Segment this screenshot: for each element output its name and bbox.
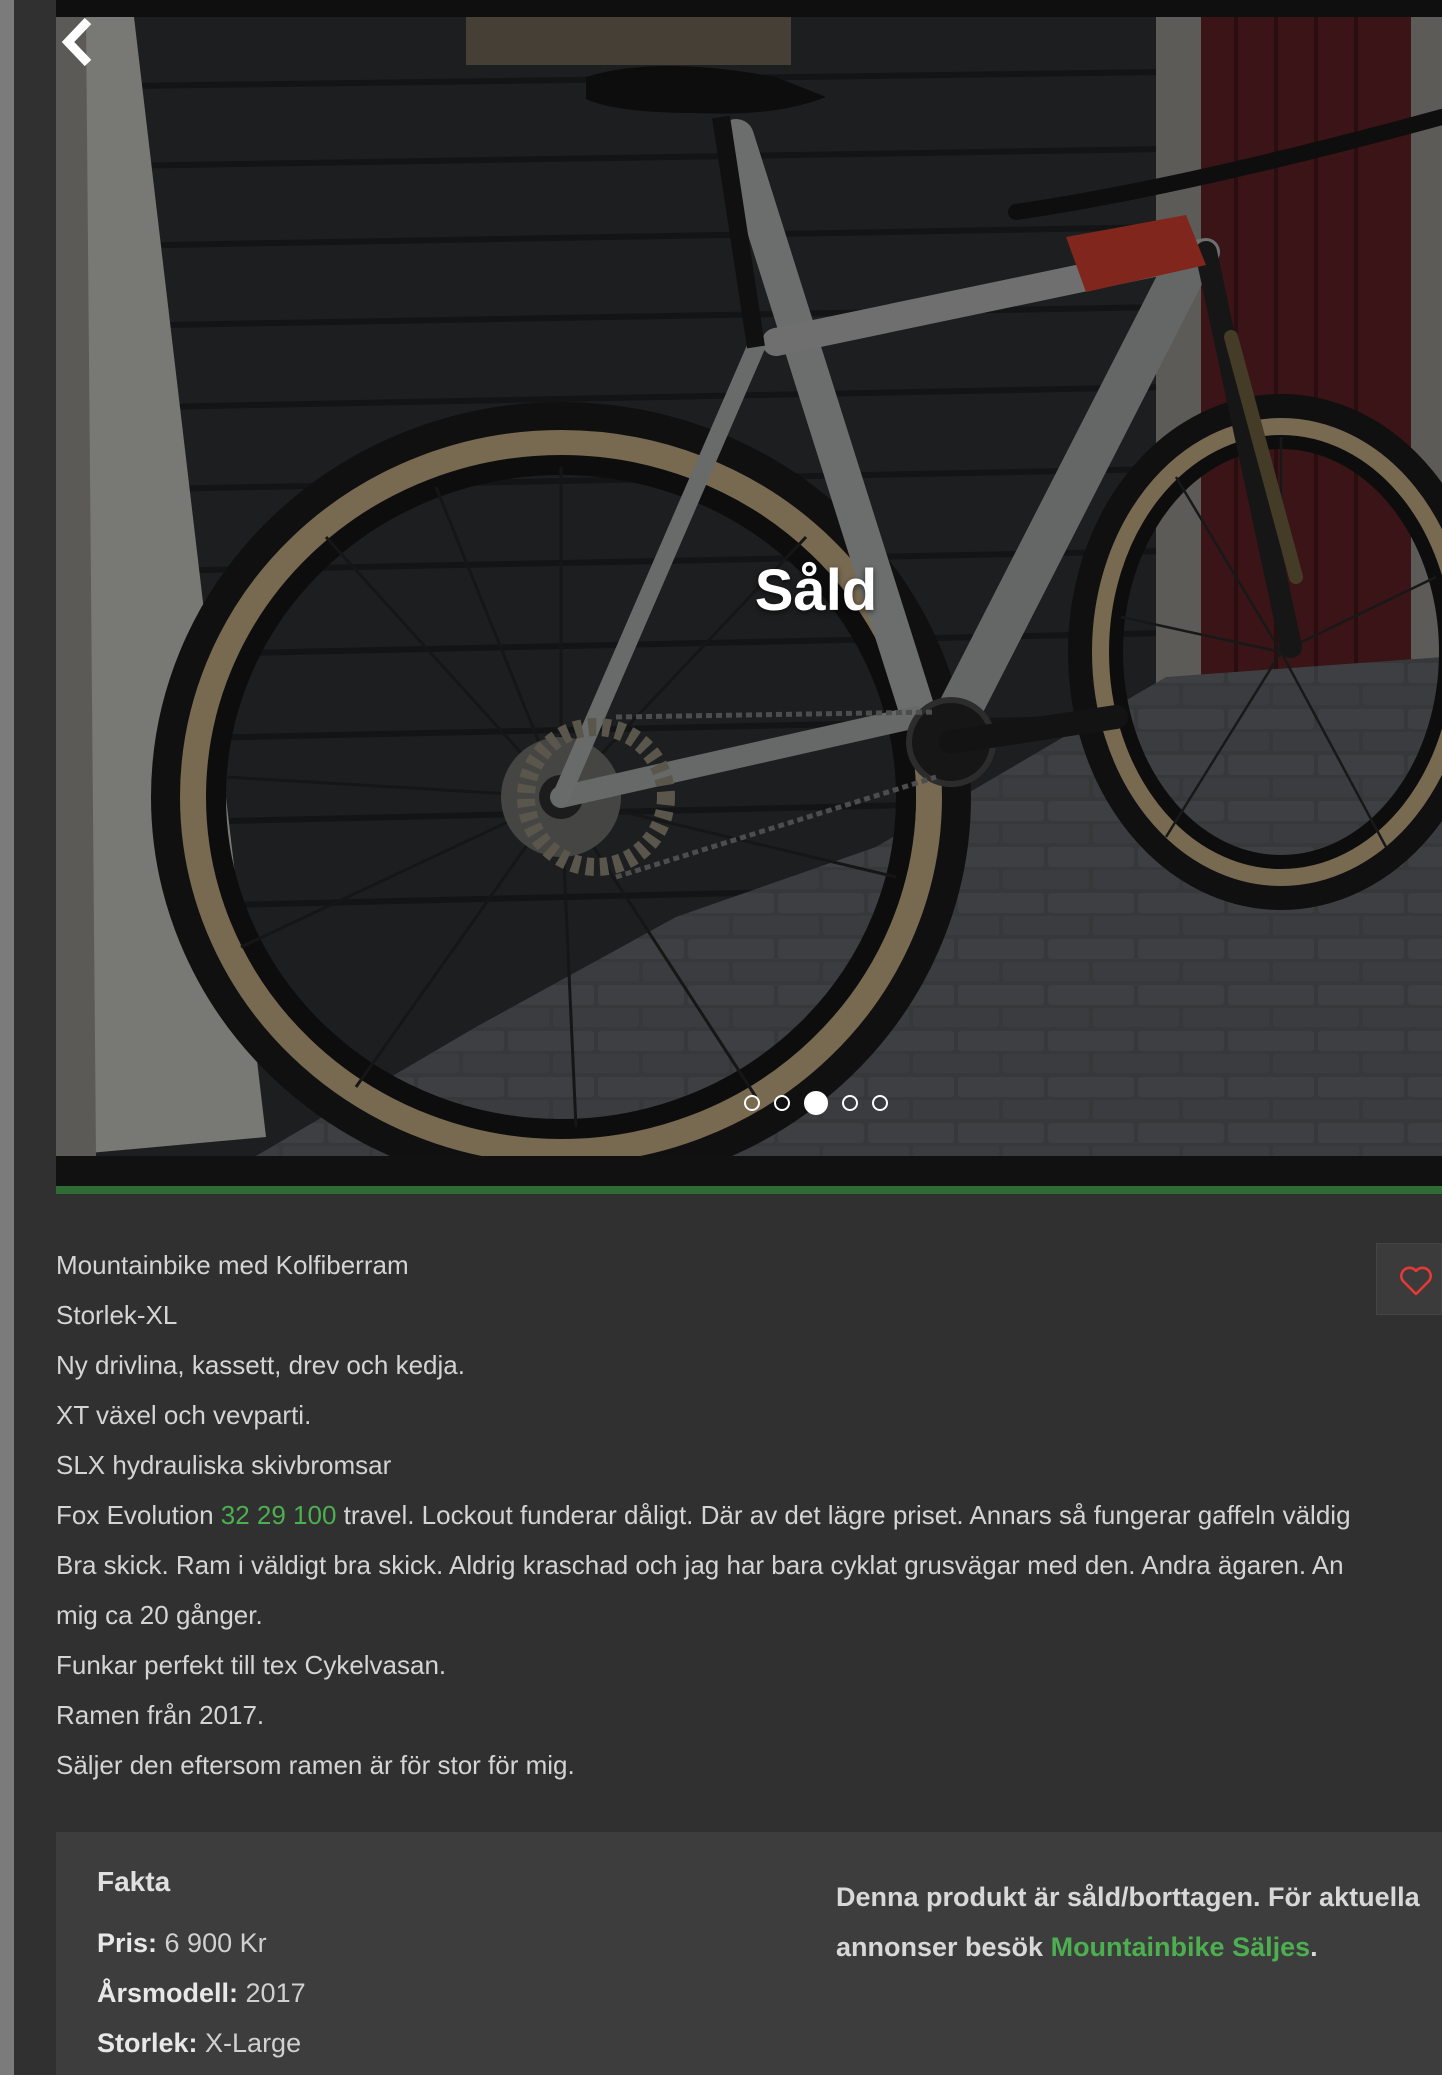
sold-notice-line-1: Denna produkt är såld/borttagen. För akt… bbox=[836, 1882, 1420, 1912]
carousel-bottom-strip bbox=[56, 1156, 1442, 1186]
listing-description: Mountainbike med Kolfiberram Storlek-XL … bbox=[56, 1240, 1442, 1790]
description-line: Ramen från 2017. bbox=[56, 1700, 265, 1730]
description-line: mig ca 20 gånger. bbox=[56, 1600, 263, 1630]
sold-overlay-label: Såld bbox=[754, 558, 878, 623]
description-line: Bra skick. Ram i väldigt bra skick. Aldr… bbox=[56, 1550, 1344, 1580]
sold-notice-line-2: annonser besök Mountainbike Säljes. bbox=[836, 1922, 1442, 1972]
carousel-dots bbox=[56, 1091, 1442, 1115]
description-line: SLX hydrauliska skivbromsar bbox=[56, 1450, 392, 1480]
carousel-dot-2[interactable] bbox=[774, 1095, 790, 1111]
sold-notice: Denna produkt är såld/borttagen. För akt… bbox=[836, 1872, 1442, 1972]
facts-size: Storlek: X-Large bbox=[97, 2028, 301, 2059]
facts-price: Pris: 6 900 Kr bbox=[97, 1928, 267, 1959]
carousel-dot-3[interactable] bbox=[804, 1091, 828, 1115]
image-carousel[interactable]: Såld bbox=[56, 17, 1442, 1156]
size-value: X-Large bbox=[197, 2028, 302, 2058]
description-line: Ny drivlina, kassett, drev och kedja. bbox=[56, 1350, 465, 1380]
fox-suffix: travel. Lockout funderar dåligt. Där av … bbox=[336, 1500, 1351, 1530]
notice-prefix: annonser besök bbox=[836, 1932, 1051, 1962]
description-line: XT växel och vevparti. bbox=[56, 1400, 312, 1430]
phone-link[interactable]: 32 29 100 bbox=[221, 1500, 337, 1530]
chevron-right-icon[interactable] bbox=[56, 17, 92, 67]
facts-panel: Fakta Pris: 6 900 Kr Årsmodell: 2017 Sto… bbox=[56, 1832, 1442, 2075]
year-value: 2017 bbox=[238, 1978, 306, 2008]
green-divider bbox=[56, 1186, 1442, 1194]
notice-suffix: . bbox=[1310, 1932, 1318, 1962]
year-label: Årsmodell: bbox=[97, 1978, 239, 2008]
carousel-dot-5[interactable] bbox=[872, 1095, 888, 1111]
top-strip bbox=[56, 0, 1442, 17]
description-line: Mountainbike med Kolfiberram bbox=[56, 1250, 409, 1280]
size-label: Storlek: bbox=[97, 2028, 198, 2058]
price-value: 6 900 Kr bbox=[157, 1928, 267, 1958]
price-label: Pris: bbox=[97, 1928, 158, 1958]
category-link[interactable]: Mountainbike Säljes bbox=[1051, 1932, 1311, 1962]
carousel-dot-4[interactable] bbox=[842, 1095, 858, 1111]
facts-title: Fakta bbox=[97, 1866, 171, 1897]
description-line-fox: Fox Evolution 32 29 100 travel. Lockout … bbox=[56, 1490, 1442, 1540]
favorite-button[interactable] bbox=[1376, 1243, 1442, 1315]
left-edge-bar bbox=[0, 0, 14, 2075]
fox-prefix: Fox Evolution bbox=[56, 1500, 221, 1530]
description-line: Säljer den eftersom ramen är för stor fö… bbox=[56, 1750, 575, 1780]
heart-icon bbox=[1400, 1266, 1432, 1296]
carousel-dot-1[interactable] bbox=[744, 1095, 760, 1111]
facts-year: Årsmodell: 2017 bbox=[97, 1978, 306, 2009]
description-line: Funkar perfekt till tex Cykelvasan. bbox=[56, 1650, 447, 1680]
description-line: Storlek-XL bbox=[56, 1300, 178, 1330]
